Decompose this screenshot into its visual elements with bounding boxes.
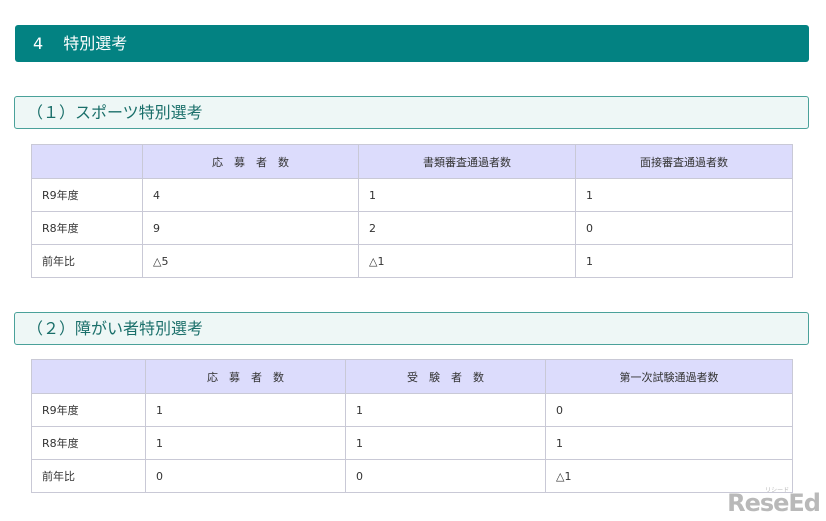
table-cell: 2 xyxy=(358,211,576,245)
table-cell: △1 xyxy=(358,244,576,278)
table-row: 前年比 0 0 △1 xyxy=(31,459,793,493)
table-cell: 1 xyxy=(345,393,546,427)
row-label: R9年度 xyxy=(31,393,146,427)
table-cell: 1 xyxy=(545,426,793,460)
table-cell: 9 xyxy=(142,211,359,245)
column-header: 応 募 者 数 xyxy=(145,359,346,394)
disability-selection-table: 応 募 者 数 受 験 者 数 第一次試験通過者数 R9年度 1 1 0 R8年… xyxy=(31,359,793,493)
table-cell: 1 xyxy=(345,426,546,460)
table-row: R9年度 1 1 0 xyxy=(31,393,793,427)
row-label: R8年度 xyxy=(31,211,143,245)
section-number: 4 xyxy=(33,34,44,53)
table-cell: △5 xyxy=(142,244,359,278)
subsection-title-sports: （１）スポーツ特別選考 xyxy=(14,96,809,129)
table-row: R8年度 1 1 1 xyxy=(31,426,793,460)
section-header: 4 特別選考 xyxy=(15,25,809,62)
table-row: R9年度 4 1 1 xyxy=(31,178,793,212)
resed-logo: リシード ReseEd xyxy=(727,487,821,517)
table-row: 前年比 △5 △1 1 xyxy=(31,244,793,278)
table-header-row: 応 募 者 数 受 験 者 数 第一次試験通過者数 xyxy=(31,359,793,394)
table-cell: △1 xyxy=(545,459,793,493)
table-cell: 1 xyxy=(575,244,793,278)
row-label: R8年度 xyxy=(31,426,146,460)
sports-selection-table: 応 募 者 数 書類審査通過者数 面接審査通過者数 R9年度 4 1 1 R8年… xyxy=(31,144,793,278)
table-row: R8年度 9 2 0 xyxy=(31,211,793,245)
table-cell: 0 xyxy=(345,459,546,493)
column-header xyxy=(31,144,143,179)
column-header: 応 募 者 数 xyxy=(142,144,359,179)
table-header-row: 応 募 者 数 書類審査通過者数 面接審査通過者数 xyxy=(31,144,793,179)
subsection-title-disability: （２）障がい者特別選考 xyxy=(14,312,809,345)
table-cell: 1 xyxy=(358,178,576,212)
table-cell: 1 xyxy=(145,426,346,460)
column-header: 書類審査通過者数 xyxy=(358,144,576,179)
section-title: 特別選考 xyxy=(63,34,128,53)
column-header: 第一次試験通過者数 xyxy=(545,359,793,394)
column-header: 面接審査通過者数 xyxy=(575,144,793,179)
column-header xyxy=(31,359,146,394)
row-label: R9年度 xyxy=(31,178,143,212)
column-header: 受 験 者 数 xyxy=(345,359,546,394)
table-cell: 0 xyxy=(575,211,793,245)
table-cell: 1 xyxy=(575,178,793,212)
table-cell: 0 xyxy=(545,393,793,427)
logo-ruby: リシード xyxy=(765,487,790,494)
row-label: 前年比 xyxy=(31,244,143,278)
table-cell: 0 xyxy=(145,459,346,493)
table-cell: 1 xyxy=(145,393,346,427)
row-label: 前年比 xyxy=(31,459,146,493)
table-cell: 4 xyxy=(142,178,359,212)
